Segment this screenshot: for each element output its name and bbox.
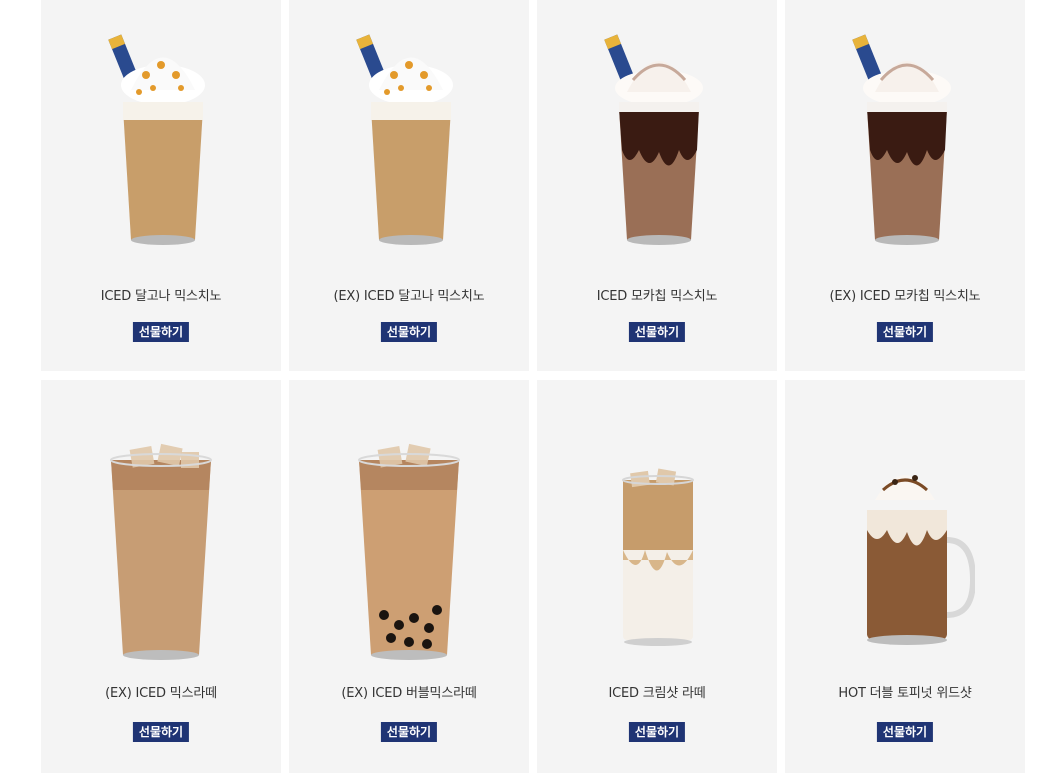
product-name[interactable]: (EX) ICED 달고나 믹스치노 (289, 285, 529, 304)
gift-button[interactable]: 선물하기 (380, 322, 438, 342)
mocha-frappe-image[interactable] (537, 0, 777, 270)
product-card[interactable]: (EX) ICED 달고나 믹스치노 선물하기 (289, 0, 529, 371)
product-name[interactable]: ICED 크림샷 라떼 (537, 682, 777, 701)
toffee-nut-mug-image[interactable] (785, 410, 1025, 680)
gift-button[interactable]: 선물하기 (628, 722, 686, 742)
product-name[interactable]: (EX) ICED 모카칩 믹스치노 (785, 285, 1025, 304)
product-card[interactable]: (EX) ICED 믹스라떼 선물하기 (41, 380, 281, 773)
gift-button[interactable]: 선물하기 (876, 722, 934, 742)
bubble-latte-image[interactable] (289, 410, 529, 680)
product-name[interactable]: ICED 모카칩 믹스치노 (537, 285, 777, 304)
product-name[interactable]: (EX) ICED 믹스라떼 (41, 682, 281, 701)
product-card[interactable]: HOT 더블 토피넛 위드샷 선물하기 (785, 380, 1025, 773)
product-name[interactable]: HOT 더블 토피넛 위드샷 (785, 682, 1025, 701)
cream-shot-latte-image[interactable] (537, 410, 777, 680)
product-card[interactable]: (EX) ICED 모카칩 믹스치노 선물하기 (785, 0, 1025, 371)
gift-button[interactable]: 선물하기 (380, 722, 438, 742)
gift-button[interactable]: 선물하기 (132, 722, 190, 742)
product-name[interactable]: ICED 달고나 믹스치노 (41, 285, 281, 304)
product-card[interactable]: ICED 크림샷 라떼 선물하기 (537, 380, 777, 773)
product-grid: ICED 달고나 믹스치노 선물하기 (EX) ICED 달고나 믹스치노 선물… (41, 0, 1025, 773)
product-name[interactable]: (EX) ICED 버블믹스라떼 (289, 682, 529, 701)
gift-button[interactable]: 선물하기 (132, 322, 190, 342)
product-card[interactable]: (EX) ICED 버블믹스라떼 선물하기 (289, 380, 529, 773)
mocha-frappe-image[interactable] (785, 0, 1025, 270)
dalgona-frappe-image[interactable] (289, 0, 529, 270)
product-card[interactable]: ICED 모카칩 믹스치노 선물하기 (537, 0, 777, 371)
gift-button[interactable]: 선물하기 (876, 322, 934, 342)
product-card[interactable]: ICED 달고나 믹스치노 선물하기 (41, 0, 281, 371)
iced-latte-image[interactable] (41, 410, 281, 680)
gift-button[interactable]: 선물하기 (628, 322, 686, 342)
dalgona-frappe-image[interactable] (41, 0, 281, 270)
